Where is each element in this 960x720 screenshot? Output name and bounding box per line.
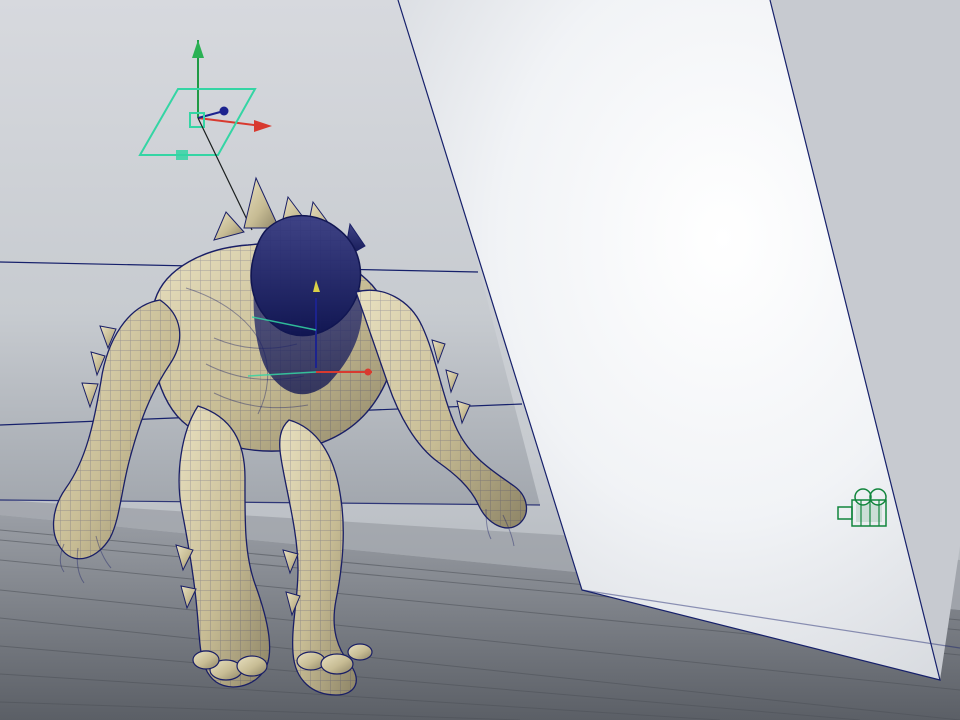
monster-head — [250, 214, 362, 337]
viewport-canvas — [0, 0, 960, 720]
maya-viewport[interactable] — [0, 0, 960, 720]
